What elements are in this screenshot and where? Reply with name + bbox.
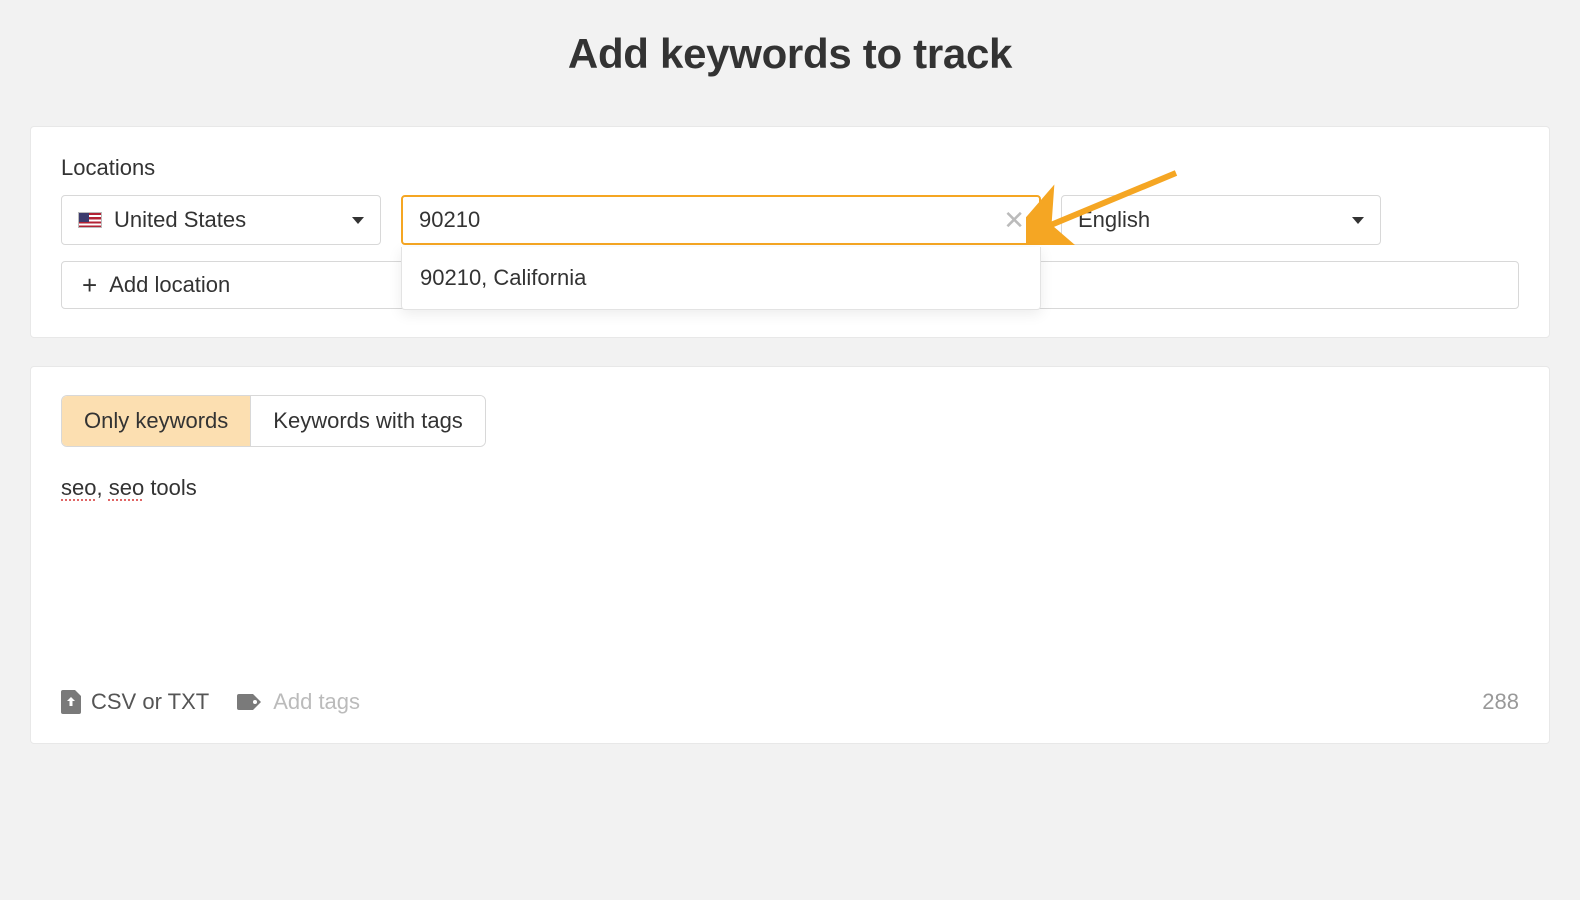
keyword-token: seo [109,475,144,500]
keywords-panel: Only keywords Keywords with tags seo, se… [30,366,1550,744]
add-location-label: Add location [109,272,230,298]
locations-label: Locations [61,155,1519,181]
keyword-token: seo [61,475,96,500]
page-title: Add keywords to track [30,30,1550,78]
tab-only-keywords[interactable]: Only keywords [62,396,250,446]
file-upload-icon [61,690,81,714]
tab-keywords-with-tags[interactable]: Keywords with tags [250,396,485,446]
chevron-down-icon [1352,217,1364,224]
add-tags-button[interactable]: Add tags [237,689,360,715]
location-suggestions-dropdown: 90210, California [401,247,1041,310]
country-value: United States [114,207,246,233]
chevron-down-icon [352,217,364,224]
upload-file-label: CSV or TXT [91,689,209,715]
plus-icon: + [82,272,97,298]
language-select[interactable]: English [1061,195,1381,245]
country-select[interactable]: United States [61,195,381,245]
clear-icon[interactable]: ✕ [999,203,1029,237]
keyword-mode-tabs: Only keywords Keywords with tags [61,395,486,447]
location-suggestion-item[interactable]: 90210, California [402,247,1040,309]
character-counter: 288 [1482,689,1519,715]
upload-file-button[interactable]: CSV or TXT [61,689,209,715]
us-flag-icon [78,212,102,228]
location-search-input[interactable] [401,195,1041,245]
language-value: English [1078,207,1150,233]
locations-panel: Locations United States ✕ 90210, Califor… [30,126,1550,338]
add-tags-label: Add tags [273,689,360,715]
tag-icon [237,692,263,712]
keywords-textarea[interactable]: seo, seo tools [61,471,1519,681]
